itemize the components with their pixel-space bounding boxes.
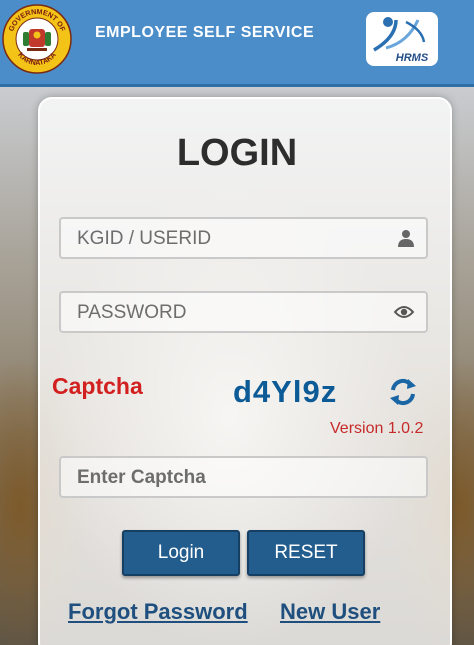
- password-input[interactable]: [75, 293, 379, 333]
- header-title: EMPLOYEE SELF SERVICE: [95, 24, 315, 41]
- new-user-link[interactable]: New User: [280, 599, 380, 625]
- login-button[interactable]: Login: [122, 530, 240, 576]
- userid-field: [59, 217, 428, 259]
- captcha-field: [59, 456, 428, 498]
- captcha-label: Captcha: [52, 373, 143, 399]
- user-icon: [398, 230, 414, 247]
- password-field: [59, 291, 428, 333]
- captcha-code: d4Yl9z: [233, 374, 338, 409]
- forgot-password-link[interactable]: Forgot Password: [68, 599, 248, 625]
- captcha-input[interactable]: [75, 458, 379, 498]
- hrms-logo-text: HRMS: [396, 52, 429, 64]
- app-header: GOVERNMENT OF KARNATAKA EMPLOYEE SELF SE…: [0, 0, 474, 87]
- hrms-logo: HRMS: [366, 12, 438, 66]
- reset-button[interactable]: RESET: [247, 530, 365, 576]
- userid-input[interactable]: [75, 219, 379, 259]
- karnataka-seal-logo: GOVERNMENT OF KARNATAKA: [2, 4, 72, 74]
- login-card: [38, 97, 452, 645]
- login-title: LOGIN: [176, 132, 298, 174]
- eye-icon[interactable]: [394, 304, 414, 320]
- refresh-icon[interactable]: [388, 377, 418, 407]
- version-label: Version 1.0.2: [330, 420, 424, 437]
